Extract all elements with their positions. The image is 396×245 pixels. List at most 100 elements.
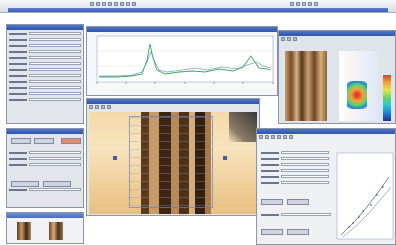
toolbar-button-icon[interactable] [271,135,275,139]
toolbar-button-icon[interactable] [107,105,111,109]
settings-field[interactable] [29,32,81,35]
settings-row [261,156,329,161]
settings-row [9,43,81,48]
settings-field[interactable] [281,151,329,154]
toolbar-button-icon[interactable] [287,37,291,41]
scatter-plot [336,152,394,240]
toolbar-button-icon[interactable] [114,2,118,6]
panel-button[interactable] [34,138,54,144]
toolbar-button-icon[interactable] [265,135,269,139]
settings-field[interactable] [29,86,81,89]
plot-area [96,35,274,83]
thumbnail-strip [6,212,84,244]
settings-row [9,85,81,90]
settings-row [9,97,81,102]
settings-row [9,162,81,167]
image-dark-corner [229,112,257,142]
settings-row [9,156,81,161]
settings-field[interactable] [29,44,81,47]
settings-row [9,61,81,66]
settings-field[interactable] [29,68,81,71]
settings-field[interactable] [281,175,329,178]
thumbnail[interactable] [17,222,31,240]
roi-marker[interactable] [113,156,117,160]
settings-field[interactable] [281,163,329,166]
spectrum-window [86,26,278,96]
settings-field[interactable] [29,62,81,65]
settings-field[interactable] [29,98,81,101]
roi-marker[interactable] [223,156,227,160]
colormap-toolbar [279,36,395,43]
toolbar-button-icon[interactable] [102,2,106,6]
toolbar-button-icon[interactable] [314,2,318,6]
panel-button[interactable] [11,181,39,187]
analysis-dialog [256,128,396,245]
toolbar-button-icon[interactable] [296,2,300,6]
toolbar-button-icon[interactable] [90,2,94,6]
toolbar-button-icon[interactable] [281,37,285,41]
panel-button[interactable] [261,229,283,235]
toolbar-button-icon[interactable] [302,2,306,6]
settings-field[interactable] [29,151,81,154]
settings-panel [6,24,84,124]
analysis-form [259,149,331,186]
toolbar-button-icon[interactable] [89,105,93,109]
settings-field[interactable] [29,56,81,59]
toolbar-button-icon[interactable] [132,2,136,6]
toolbar-button-icon[interactable] [101,105,105,109]
settings-field[interactable] [281,157,329,160]
settings-row [9,79,81,84]
colormap-scale [383,75,391,121]
settings-field[interactable] [29,74,81,77]
toolbar-button-icon[interactable] [120,2,124,6]
toolbar-button-icon[interactable] [95,105,99,109]
thumbnail[interactable] [49,222,63,240]
settings-row [261,162,329,167]
panel-button[interactable] [287,199,309,205]
settings-field[interactable] [29,163,81,166]
toolbar-button-icon[interactable] [259,135,263,139]
image-viewer-toolbar [87,104,259,111]
toolbar-button-icon[interactable] [283,135,287,139]
settings-row [9,67,81,72]
settings-row [9,49,81,54]
panel-button[interactable] [261,199,283,205]
panel-button[interactable] [43,181,71,187]
image-viewer-window [86,98,260,216]
toolbar-button-icon[interactable] [108,2,112,6]
settings-panel-titlebar [7,25,83,30]
settings-row [9,55,81,60]
settings-row [9,37,81,42]
settings-field[interactable] [29,80,81,83]
app-title-bar [8,8,388,12]
toolbar-button-icon[interactable] [277,135,281,139]
heatmap-view[interactable] [339,51,379,121]
settings-field[interactable] [29,188,81,191]
settings-field[interactable] [29,157,81,160]
image-stack-view[interactable] [285,51,327,121]
toolbar-button-icon[interactable] [289,135,293,139]
settings-field[interactable] [281,181,329,184]
toolbar-button-icon[interactable] [126,2,130,6]
settings-field[interactable] [29,50,81,53]
settings-field[interactable] [281,213,331,216]
microscope-image[interactable] [89,112,257,214]
toolbar-button-icon[interactable] [96,2,100,6]
x-axis-ticks [96,82,274,84]
settings-field[interactable] [281,169,329,172]
panel-button[interactable] [287,229,309,235]
settings-row [261,212,331,217]
analysis-toolbar [257,134,395,141]
acquisition-panel-titlebar [7,129,83,134]
toolbar-button-icon[interactable] [308,2,312,6]
settings-field[interactable] [29,92,81,95]
settings-field[interactable] [29,38,81,41]
acquisition-panel [6,128,84,208]
spectrum-plot [96,35,274,84]
toolbar-button-icon[interactable] [290,2,294,6]
toolbar-button-icon[interactable] [293,37,297,41]
roi-grid-overlay[interactable] [129,116,213,208]
panel-button[interactable] [11,138,31,144]
settings-row [9,91,81,96]
stop-button[interactable] [61,138,81,144]
